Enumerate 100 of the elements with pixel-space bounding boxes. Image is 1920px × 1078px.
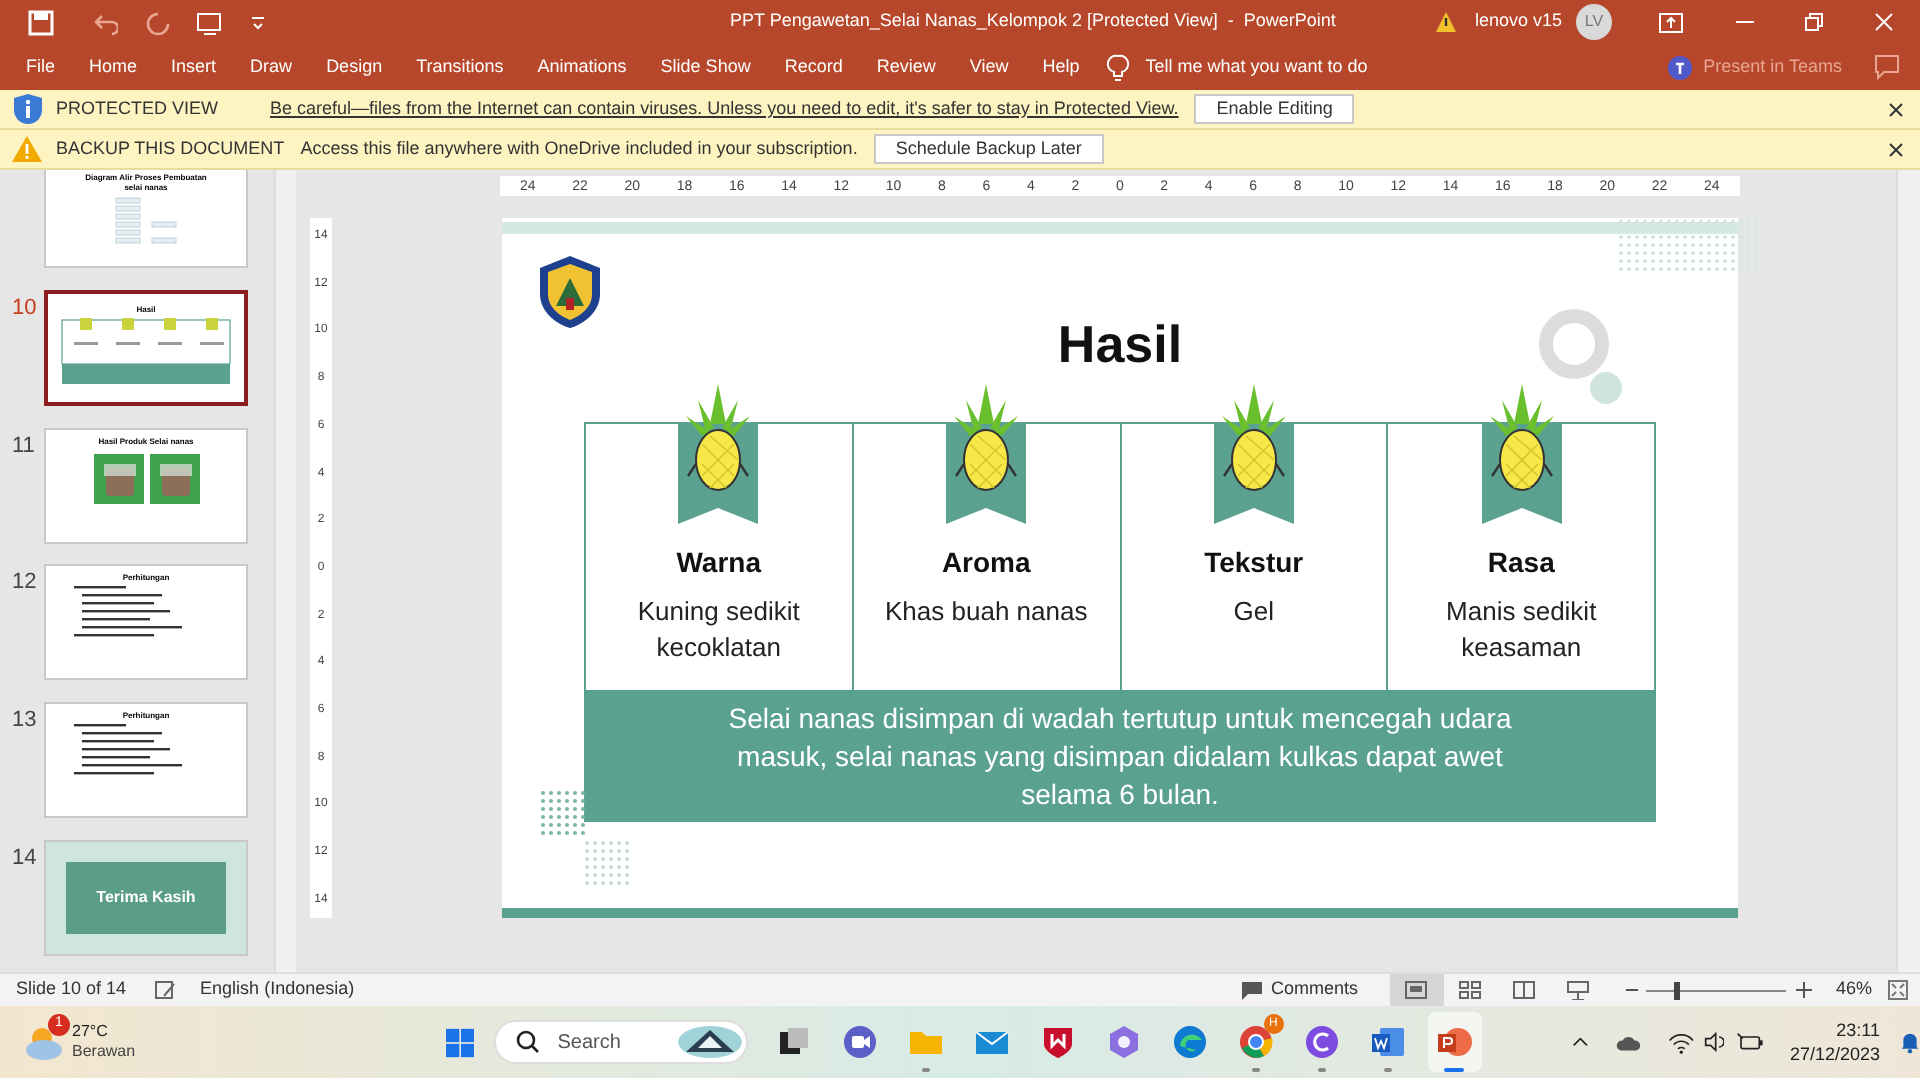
app-icon <box>1370 1024 1407 1060</box>
close-icon[interactable] <box>1888 101 1904 117</box>
ribbon-tab[interactable]: Transitions <box>414 53 506 81</box>
slide-number: 12 <box>12 570 37 595</box>
column-heading: Aroma <box>941 544 1031 582</box>
redo-icon[interactable] <box>146 9 172 35</box>
ribbon-tab[interactable]: View <box>967 53 1011 81</box>
ribbon-tab[interactable]: Record <box>782 53 845 81</box>
ribbon-tab[interactable]: Insert <box>169 53 219 81</box>
notice-button[interactable]: Schedule Backup Later <box>873 134 1104 164</box>
slide-number: 13 <box>12 708 37 733</box>
cloud-icon[interactable] <box>1615 1031 1641 1053</box>
view-icon <box>1512 980 1537 1000</box>
chevron-up-icon[interactable] <box>1571 1034 1588 1050</box>
view-icon <box>1404 980 1429 1000</box>
speaker-icon[interactable] <box>1703 1028 1724 1056</box>
ribbon-display-icon[interactable] <box>1658 11 1684 33</box>
save-icon[interactable] <box>28 9 54 35</box>
warning-icon <box>1434 10 1459 34</box>
column-heading: Warna <box>676 544 762 582</box>
app-icon <box>842 1024 879 1060</box>
lightbulb-icon <box>1105 53 1130 81</box>
ribbon-tab[interactable]: Draw <box>248 53 295 81</box>
comment-icon[interactable] <box>1874 54 1900 80</box>
language-indicator[interactable]: English (Indonesia) <box>200 976 355 1004</box>
user-avatar[interactable]: LV <box>1576 4 1612 40</box>
university-logo-icon <box>534 254 606 330</box>
close-icon[interactable] <box>1888 141 1904 157</box>
app-icon <box>1238 1024 1275 1060</box>
tell-me-field[interactable]: Tell me what you want to do <box>1145 53 1368 81</box>
slide-thumbnail[interactable]: Terima Kasih <box>44 840 248 957</box>
summary-text: Selai nanas disimpan di wadah tertutup untuk mencegah udara masuk, selai nanas yang disimpan didalam kulkas dapat awet selama 6 bulan. <box>726 699 1514 813</box>
column-text: Khas buah nanas <box>883 594 1090 630</box>
column-heading: Rasa <box>1487 544 1555 582</box>
notice-message: Be careful—files from the Internet can contain viruses. Unless you need to edit, it's safer to stay in Protected View. <box>270 95 1179 122</box>
notice-title: BACKUP THIS DOCUMENT <box>56 135 285 162</box>
ribbon-tab[interactable]: Home <box>87 53 140 81</box>
app-icon <box>1040 1024 1077 1060</box>
circle-decoration <box>1590 372 1622 404</box>
search-icon <box>515 1030 540 1054</box>
battery-icon[interactable] <box>1735 1030 1764 1054</box>
notice-button[interactable]: Enable Editing <box>1194 94 1355 124</box>
thumbnail-title: Terima Kasih <box>96 886 196 911</box>
flow-diagram-drawing <box>114 196 178 246</box>
view-icon <box>1566 980 1591 1000</box>
slide-number: 11 <box>12 433 35 458</box>
ribbon-tab[interactable]: Animations <box>535 53 629 81</box>
slide-number: 10 <box>12 295 37 320</box>
app-icon <box>1106 1024 1143 1060</box>
scrollbar[interactable] <box>274 170 296 972</box>
search-placeholder: Search <box>557 1029 621 1057</box>
app-icon <box>1172 1024 1209 1060</box>
window-title: PPT Pengawetan_Selai Nanas_Kelompok 2 [Protected View] - PowerPoint <box>730 8 1336 35</box>
notice-title: PROTECTED VIEW <box>56 95 219 122</box>
wifi-icon[interactable] <box>1668 1029 1696 1055</box>
undo-icon[interactable] <box>94 9 118 35</box>
notice-message: Access this file anywhere with OneDrive included in your subscription. <box>300 135 858 162</box>
ribbon-tab[interactable]: Review <box>874 53 938 81</box>
clock-time[interactable]: 23:11 <box>1836 1018 1881 1042</box>
view-button[interactable] <box>1389 974 1444 1006</box>
comment-icon <box>1240 980 1265 1000</box>
slide-title: Hasil <box>1057 314 1183 374</box>
app-icon <box>1304 1024 1341 1060</box>
customize-menu-icon[interactable] <box>250 12 266 32</box>
slide-counter: Slide 10 of 14 <box>16 976 127 1003</box>
app-icon <box>1436 1024 1473 1060</box>
ribbon-tab[interactable]: Design <box>324 53 385 81</box>
column-heading: Tekstur <box>1204 544 1304 582</box>
teams-icon <box>1667 55 1692 79</box>
restore-icon[interactable] <box>1804 12 1824 32</box>
ribbon-tab[interactable]: Help <box>1040 53 1082 81</box>
presentation-icon[interactable] <box>196 9 222 35</box>
ribbon-tab[interactable]: Slide Show <box>658 53 753 81</box>
weather-icon[interactable] <box>24 1022 64 1062</box>
scrollbar[interactable] <box>1896 170 1920 972</box>
slide-number: 14 <box>12 846 37 871</box>
notification-bell-icon[interactable] <box>1900 1028 1920 1056</box>
column-text: Gel <box>1231 594 1276 630</box>
fit-slide-icon[interactable] <box>1888 980 1908 1000</box>
shield-icon <box>14 94 42 124</box>
dot-pattern <box>540 790 588 838</box>
search-field[interactable]: Search <box>493 1020 748 1064</box>
column-text: Manis sedikit keasaman <box>1444 594 1599 666</box>
column-text: Kuning sedikit kecoklatan <box>635 594 802 666</box>
zoom-in-icon[interactable] <box>1795 982 1812 998</box>
zoom-out-icon[interactable] <box>1625 984 1638 996</box>
notes-icon[interactable] <box>154 980 177 1000</box>
ring-decoration <box>1538 308 1610 380</box>
clock-date[interactable]: 27/12/2023 <box>1789 1042 1881 1066</box>
temperature: 27°C <box>72 1022 110 1042</box>
comments-button[interactable]: Comments <box>1270 976 1358 1004</box>
weather-condition: Berawan <box>72 1042 136 1062</box>
zoom-level[interactable]: 46% <box>1835 976 1872 1004</box>
dot-pattern <box>584 840 632 888</box>
app-icon <box>776 1024 813 1060</box>
user-name: lenovo v15 <box>1474 8 1562 35</box>
warning-icon <box>12 136 42 162</box>
view-icon <box>1458 980 1483 1000</box>
start-icon[interactable] <box>445 1025 474 1059</box>
ribbon-tab[interactable]: File <box>24 53 58 81</box>
